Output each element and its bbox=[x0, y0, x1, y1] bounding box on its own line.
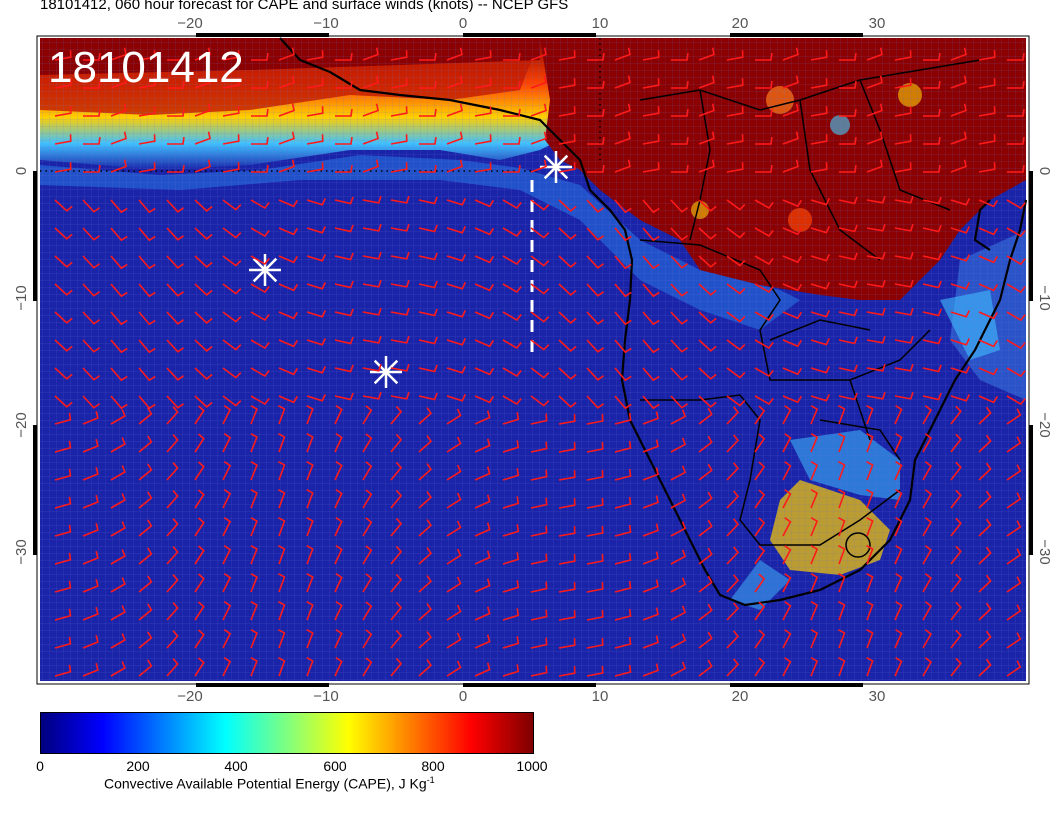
lon-label: 10 bbox=[592, 688, 609, 705]
colorbar-tick: 0 bbox=[36, 758, 44, 774]
lat-label: −10 bbox=[1036, 285, 1053, 310]
lat-label: −30 bbox=[13, 539, 30, 564]
colorbar-label: Convective Available Potential Energy (C… bbox=[104, 775, 435, 792]
cape-field bbox=[40, 38, 1026, 681]
lon-label: −10 bbox=[313, 15, 338, 32]
right-lat-labels: 0 −10 −20 −30 bbox=[1036, 167, 1053, 565]
lon-label: 10 bbox=[592, 15, 609, 32]
colorbar bbox=[40, 712, 534, 754]
top-lon-labels: −20 −10 0 10 20 30 bbox=[177, 15, 885, 32]
lon-label: −20 bbox=[177, 15, 202, 32]
colorbar-label-main: Convective Available Potential Energy (C… bbox=[104, 775, 427, 792]
asterisk-marker-icon bbox=[370, 356, 402, 388]
cape-map: 18101412 −20 −10 0 10 20 30 −20 −10 0 10… bbox=[13, 15, 1053, 705]
lat-label: 0 bbox=[1036, 167, 1053, 175]
lon-label: −10 bbox=[313, 688, 338, 705]
lat-label: −10 bbox=[13, 285, 30, 310]
lat-label: −20 bbox=[13, 412, 30, 437]
lon-label: 30 bbox=[869, 688, 886, 705]
colorbar-tick: 200 bbox=[126, 758, 150, 774]
lon-label: 30 bbox=[869, 15, 886, 32]
colorbar-tick: 400 bbox=[224, 758, 248, 774]
lon-label: 20 bbox=[732, 688, 749, 705]
lon-label: 0 bbox=[459, 15, 467, 32]
lon-label: 0 bbox=[459, 688, 467, 705]
lon-label: 20 bbox=[732, 15, 749, 32]
lat-label: −20 bbox=[1036, 412, 1053, 437]
colorbar-label-sup: -1 bbox=[426, 775, 435, 785]
lon-label: −20 bbox=[177, 688, 202, 705]
colorbar-tick: 800 bbox=[421, 758, 445, 774]
asterisk-marker-icon bbox=[249, 254, 281, 286]
time-label: 18101412 bbox=[48, 43, 244, 92]
lat-label: −30 bbox=[1036, 539, 1053, 564]
colorbar-tick: 600 bbox=[323, 758, 347, 774]
left-lat-labels: 0 −10 −20 −30 bbox=[13, 167, 30, 565]
colorbar-tick: 1000 bbox=[516, 758, 548, 774]
bottom-lon-labels: −20 −10 0 10 20 30 bbox=[177, 688, 885, 705]
lat-label: 0 bbox=[13, 167, 30, 175]
